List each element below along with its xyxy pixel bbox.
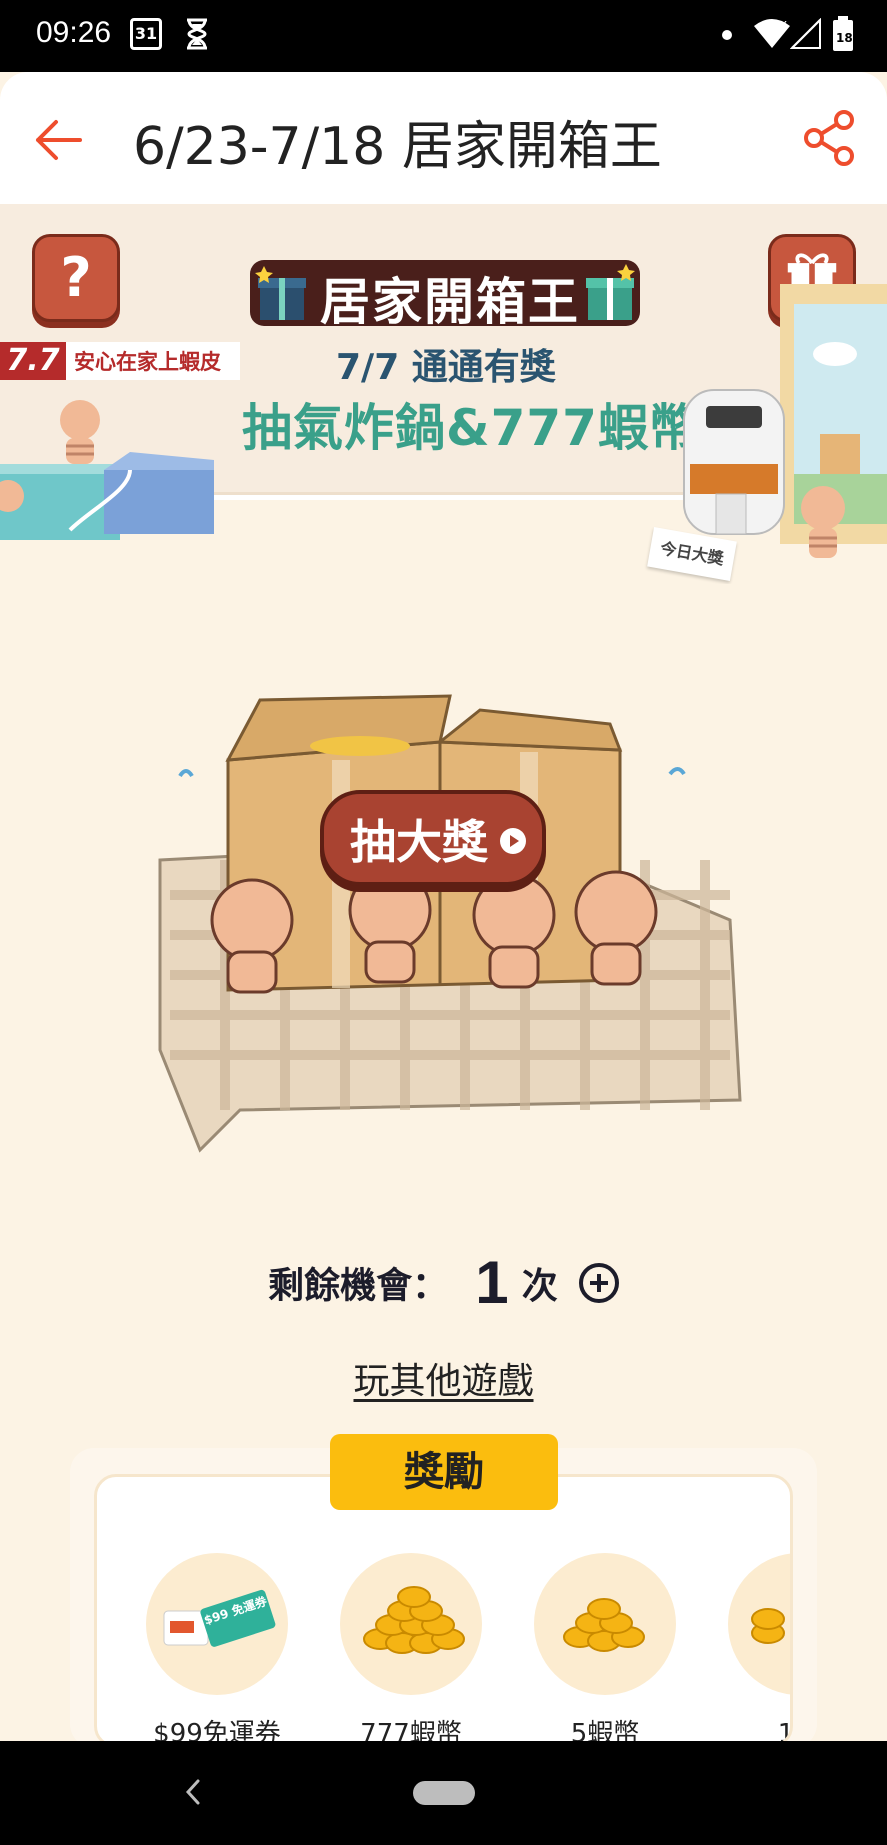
remaining-chances-label: 剩餘機會：	[268, 1265, 449, 1307]
gift-box-icon	[586, 264, 635, 320]
app-bar: 6/23-7/18 居家開箱王	[0, 72, 887, 204]
draw-prize-button[interactable]: 抽大獎	[320, 790, 546, 886]
coin-pile-large-icon	[340, 1553, 482, 1695]
coin-pile-medium-icon	[534, 1553, 676, 1695]
banner-subtitle: 7/7 通通有獎	[336, 347, 556, 388]
shrimp-mascot-illustration	[0, 400, 214, 540]
campaign-tag: 7.7 安心在家上蝦皮	[0, 342, 240, 380]
add-chances-icon[interactable]	[578, 1262, 619, 1303]
svg-text:x: x	[780, 17, 787, 31]
nav-home-pill[interactable]	[413, 1781, 475, 1805]
help-button[interactable]: ?	[32, 234, 120, 322]
other-games-link[interactable]: 玩其他遊戲	[0, 1352, 887, 1404]
system-nav-bar	[0, 1741, 887, 1845]
svg-text:18: 18	[836, 31, 853, 45]
notification-dot-icon	[722, 30, 732, 40]
draw-prize-label: 抽大獎	[350, 815, 488, 869]
coin-pile-small-icon	[728, 1553, 790, 1695]
wifi-icon: x	[754, 17, 790, 48]
remaining-chances: 剩餘機會： 1 次	[0, 1248, 887, 1318]
shipping-voucher-icon: $99 免運券	[146, 1553, 288, 1695]
nav-back-icon[interactable]	[178, 1775, 208, 1809]
reward-item[interactable]: $99 免運券 $99免運券	[137, 1553, 297, 1745]
remaining-chances-unit: 次	[521, 1265, 558, 1307]
gift-box-icon	[255, 266, 306, 320]
event-banner: ? 居家開箱王 7.7 安心在家上蝦皮 7/7 通通有獎 抽氣炸鍋&777蝦幣 …	[0, 204, 887, 584]
remaining-chances-count: 1	[475, 1249, 509, 1316]
page-title: 6/23-7/18 居家開箱王	[133, 117, 662, 177]
back-arrow-icon[interactable]	[30, 112, 86, 168]
campaign-tag-text: 安心在家上蝦皮	[74, 350, 221, 374]
play-icon	[500, 828, 526, 854]
event-logo-text: 居家開箱王	[320, 273, 580, 331]
shrimp-mascot-illustration	[801, 486, 845, 558]
cell-signal-icon	[790, 18, 821, 49]
share-icon[interactable]	[802, 110, 858, 166]
reward-item[interactable]: 777蝦幣	[331, 1553, 491, 1745]
banner-prize-line: 抽氣炸鍋&777蝦幣	[242, 399, 700, 457]
rewards-list: $99 免運券 $99免運券 777蝦幣 5蝦幣 1	[94, 1474, 793, 1748]
campaign-tag-number: 7.7	[0, 342, 66, 380]
question-mark-icon: ?	[60, 246, 92, 309]
battery-icon: 18	[833, 16, 853, 51]
prize-box-illustration	[158, 694, 742, 1153]
calendar-icon: 31	[130, 18, 162, 50]
status-time: 09:26	[36, 16, 112, 49]
rewards-title: 獎勵	[330, 1434, 558, 1510]
reward-item[interactable]: 1蝦	[719, 1553, 790, 1745]
air-fryer-illustration	[683, 389, 785, 535]
reward-item[interactable]: 5蝦幣	[525, 1553, 685, 1745]
hourglass-icon	[187, 18, 207, 50]
status-bar: 09:26 31 x 18	[0, 0, 887, 72]
